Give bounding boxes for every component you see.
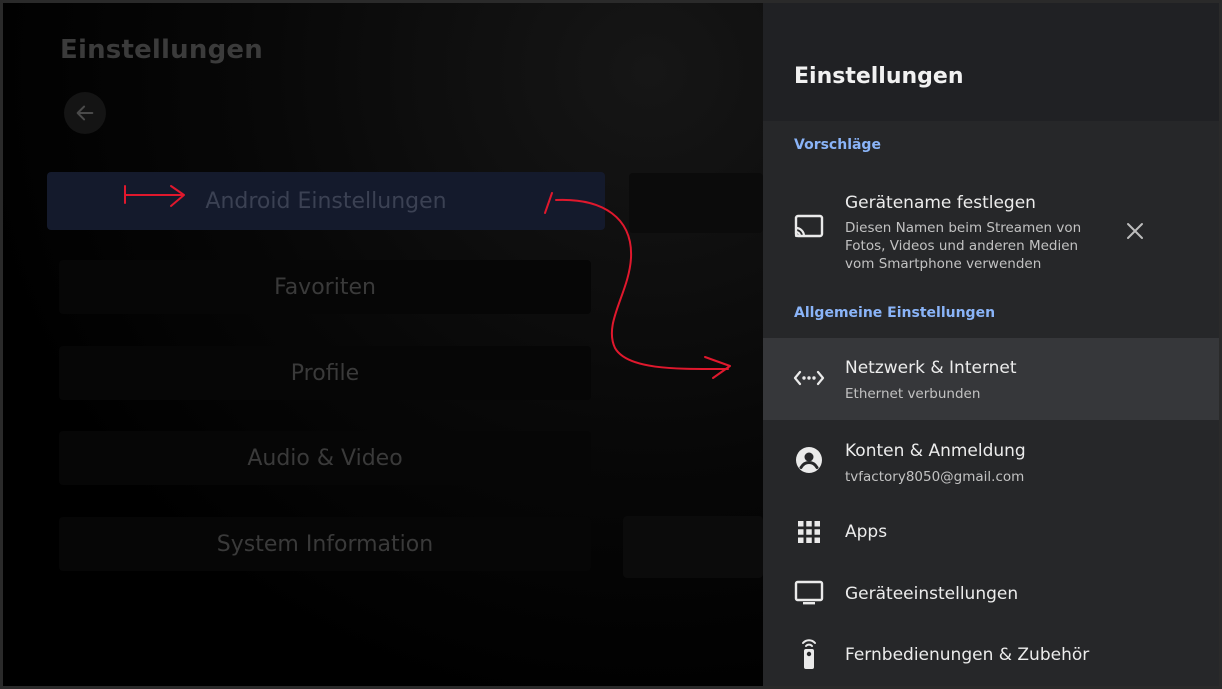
remote-icon [793,638,825,670]
settings-item-device[interactable]: Geräteeinstellungen [763,563,1219,623]
menu-item-label: Android Einstellungen [205,188,447,214]
suggestion-subtitle: Diesen Namen beim Streamen von Fotos, Vi… [845,220,1082,272]
settings-item-title: Geräteeinstellungen [845,584,1019,604]
menu-item-label: Profile [290,360,360,386]
section-label-general: Allgemeine Einstellungen [794,305,996,321]
menu-item-favorites[interactable]: Favoriten [59,260,591,314]
menu-item-system-information[interactable]: System Information [59,517,591,571]
background-card [629,173,763,233]
settings-item-subtitle: Ethernet verbunden [845,386,981,402]
settings-item-remotes[interactable]: Fernbedienungen & Zubehör [763,624,1219,684]
settings-item-network[interactable]: Netzwerk & Internet Ethernet verbunden [763,338,1219,420]
arrow-left-icon [76,105,94,121]
settings-item-accounts[interactable]: Konten & Anmeldung tvfactory8050@gmail.c… [763,420,1219,502]
settings-item-subtitle: tvfactory8050@gmail.com [845,469,1025,485]
suggestion-title: Gerätename festlegen [845,193,1036,213]
screen: Einstellungen Android Einstellungen Favo… [3,3,1219,686]
launcher-settings-background: Einstellungen Android Einstellungen Favo… [3,3,763,686]
menu-item-label: Audio & Video [247,445,403,471]
close-icon[interactable] [1123,219,1147,243]
account-icon [793,444,825,476]
network-icon [793,362,825,394]
cast-icon [793,211,825,243]
section-label-suggestions: Vorschläge [794,137,881,153]
settings-item-title: Apps [845,522,888,542]
back-button[interactable] [64,92,106,134]
background-card [623,516,763,578]
settings-item-title: Netzwerk & Internet [845,358,1017,378]
settings-panel: Einstellungen Vorschläge Gerätename fest… [763,3,1219,686]
settings-item-title: Konten & Anmeldung [845,441,1026,461]
panel-title: Einstellungen [794,64,964,89]
tv-icon [793,577,825,609]
menu-item-label: Favoriten [274,274,376,300]
apps-grid-icon [793,516,825,548]
panel-header: Einstellungen [763,3,1219,121]
menu-item-profiles[interactable]: Profile [59,346,591,400]
launcher-settings-title: Einstellungen [60,35,263,65]
menu-item-android-settings[interactable]: Android Einstellungen [47,172,605,230]
menu-item-label: System Information [216,531,434,557]
menu-item-audio-video[interactable]: Audio & Video [59,431,591,485]
settings-item-title: Fernbedienungen & Zubehör [845,645,1090,665]
suggestion-device-name[interactable]: Gerätename festlegen Diesen Namen beim S… [763,181,1219,293]
settings-item-apps[interactable]: Apps [763,502,1219,562]
